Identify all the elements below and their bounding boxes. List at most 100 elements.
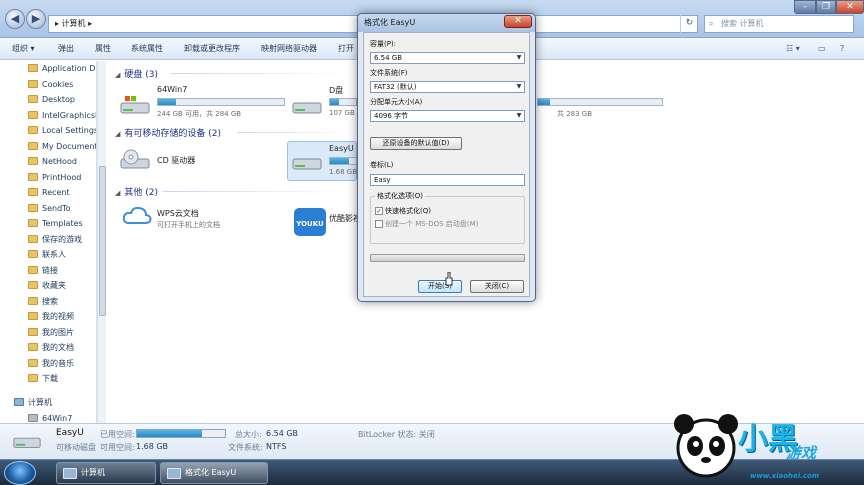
sidebar-item[interactable]: Recent xyxy=(0,185,96,200)
help-icon[interactable]: ? xyxy=(840,38,844,60)
computer-icon xyxy=(63,468,77,479)
search-icon: ⌕ xyxy=(709,19,714,28)
sidebar-item-label: 我的文档 xyxy=(42,343,74,352)
group-header-removable[interactable]: ◢ 有可移动存储的设备 (2) xyxy=(115,126,221,139)
drive-icon xyxy=(28,413,38,422)
close-button[interactable]: 关闭(C) xyxy=(470,280,524,293)
taskbar-item-computer[interactable]: 计算机 xyxy=(56,462,156,484)
taskbar-item-label: 格式化 EasyU xyxy=(185,468,237,477)
sidebar-item-label: 联系人 xyxy=(42,250,66,259)
sidebar-item[interactable]: 我的视频 xyxy=(0,309,96,324)
taskbar-item-label: 计算机 xyxy=(81,468,105,477)
folder-icon xyxy=(28,281,38,289)
map-drive-button[interactable]: 映射网络驱动器 xyxy=(261,38,317,60)
volume-label-input[interactable]: Easy xyxy=(370,174,525,186)
eject-button[interactable]: 弹出 xyxy=(58,38,74,60)
filesystem-select[interactable]: FAT32 (默认) ▼ xyxy=(370,81,525,93)
capacity-select[interactable]: 6.54 GB ▼ xyxy=(370,52,525,64)
folder-icon xyxy=(28,126,38,134)
sidebar-item[interactable]: 下载 xyxy=(0,371,96,386)
uninstall-button[interactable]: 卸载或更改程序 xyxy=(184,38,240,60)
group-header-hdd[interactable]: ◢ 硬盘 (3) xyxy=(115,67,158,80)
folder-icon xyxy=(28,79,38,88)
view-icon[interactable]: ☷ ▾ xyxy=(786,38,800,60)
sidebar-item[interactable]: Cookies xyxy=(0,77,96,92)
drive-name-d[interactable]: D盘 xyxy=(329,85,343,96)
start-button-icon[interactable] xyxy=(4,461,36,485)
dialog-close-icon[interactable]: ✕ xyxy=(504,15,532,28)
chevron-down-icon: ▼ xyxy=(516,54,522,61)
sidebar-item[interactable]: 链接 xyxy=(0,263,96,278)
group-header-other[interactable]: ◢ 其他 (2) xyxy=(115,185,158,198)
drive-name-win7[interactable]: 64Win7 xyxy=(157,85,187,94)
drive-usage-fill xyxy=(330,99,340,105)
sidebar-item-label: Recent xyxy=(42,188,70,197)
chevron-down-icon: ▼ xyxy=(516,83,522,90)
youku-icon: YOUKU xyxy=(294,208,326,236)
drive-name-cd[interactable]: CD 驱动器 xyxy=(157,155,195,166)
start-button[interactable]: 开始(S) xyxy=(418,280,462,293)
sidebar-item[interactable]: IntelGraphicsl xyxy=(0,108,96,123)
maximize-icon[interactable]: ❐ xyxy=(816,0,836,14)
drive-sub-win7: 244 GB 可用，共 284 GB xyxy=(157,110,242,118)
sidebar-item[interactable]: 我的文档 xyxy=(0,340,96,355)
sidebar-item[interactable]: SendTo xyxy=(0,201,96,216)
close-icon[interactable]: ✕ xyxy=(836,0,864,14)
sidebar-item-label: Cookies xyxy=(42,79,74,89)
search-input[interactable]: ⌕ 搜索 计算机 xyxy=(704,15,854,33)
format-options-label: 格式化选项(O) xyxy=(375,191,425,201)
details-used-label: 已用空间: xyxy=(100,430,135,439)
sidebar-item-computer[interactable]: 计算机 xyxy=(0,395,96,410)
open-button[interactable]: 打开 xyxy=(338,38,354,60)
navigation-scrollbar[interactable] xyxy=(97,61,106,423)
group-removable-label: 有可移动存储的设备 (2) xyxy=(124,129,222,139)
sidebar-item-drive[interactable]: 64Win7 xyxy=(0,411,96,424)
preview-pane-icon[interactable]: ▭ xyxy=(818,38,826,60)
properties-button[interactable]: 属性 xyxy=(95,38,111,60)
minimize-icon[interactable]: – xyxy=(794,0,816,14)
cloud-icon xyxy=(122,206,152,224)
sidebar-item[interactable]: 联系人 xyxy=(0,247,96,262)
sidebar-item[interactable]: Local Settings xyxy=(0,123,96,138)
sidebar-item[interactable]: Templates xyxy=(0,216,96,231)
sidebar-item[interactable]: PrintHood xyxy=(0,170,96,185)
checkmark-icon: ✓ xyxy=(375,207,383,215)
folder-icon xyxy=(28,95,38,103)
site-watermark: 小黑 游戏 www.xiaohei.com xyxy=(668,408,864,485)
sidebar-item[interactable]: My Document xyxy=(0,139,97,154)
sidebar-item-label: PrintHood xyxy=(42,172,82,182)
sidebar-item[interactable]: 搜索 xyxy=(0,294,96,309)
sidebar-item[interactable]: 我的音乐 xyxy=(0,356,96,371)
refresh-icon[interactable]: ↻ xyxy=(680,15,698,33)
back-icon[interactable]: ◀ xyxy=(5,9,25,29)
format-dialog-body: 容量(P): 6.54 GB ▼ 文件系统(F) FAT32 (默认) ▼ 分配单元… xyxy=(363,32,530,297)
folder-icon xyxy=(28,358,38,367)
scrollbar-thumb[interactable] xyxy=(99,166,106,316)
sidebar-item[interactable]: NetHood xyxy=(0,154,96,169)
alloc-unit-select[interactable]: 4096 字节 ▼ xyxy=(370,110,525,122)
sidebar-item-label: Desktop xyxy=(42,95,75,104)
sidebar-item[interactable]: Application D xyxy=(0,61,96,76)
quick-format-checkbox[interactable]: ✓ 快速格式化(Q) xyxy=(375,206,431,216)
drive-name-easyu[interactable]: EasyU xyxy=(329,144,354,153)
sidebar-item-label: 收藏夹 xyxy=(42,281,66,290)
details-usage-fill xyxy=(137,430,203,437)
sidebar-item[interactable]: 保存的游戏 xyxy=(0,232,96,247)
chevron-down-icon: ▼ xyxy=(516,112,522,119)
sidebar-item[interactable]: 我的图片 xyxy=(0,325,96,340)
drive-sub-d: 107 GB xyxy=(329,109,355,117)
group-divider xyxy=(237,132,353,133)
mouse-cursor-icon xyxy=(445,272,453,286)
sidebar-item-label: 下载 xyxy=(42,374,58,383)
restore-defaults-button[interactable]: 还原设备的默认值(D) xyxy=(370,137,462,150)
sidebar-item[interactable]: Desktop xyxy=(0,92,96,107)
folder-icon xyxy=(28,188,38,196)
taskbar-item-format[interactable]: 格式化 EasyU xyxy=(160,462,268,484)
system-properties-button[interactable]: 系统属性 xyxy=(131,38,163,60)
sidebar-item[interactable]: 收藏夹 xyxy=(0,278,96,293)
wps-cloud-name[interactable]: WPS云文档 xyxy=(157,208,199,219)
sidebar-item-label: My Document xyxy=(42,141,97,151)
forward-icon[interactable]: ▶ xyxy=(26,9,46,29)
organize-button[interactable]: 组织 ▾ xyxy=(12,38,35,60)
msdos-checkbox[interactable]: 创建一个 MS-DOS 启动盘(M) xyxy=(375,219,478,229)
